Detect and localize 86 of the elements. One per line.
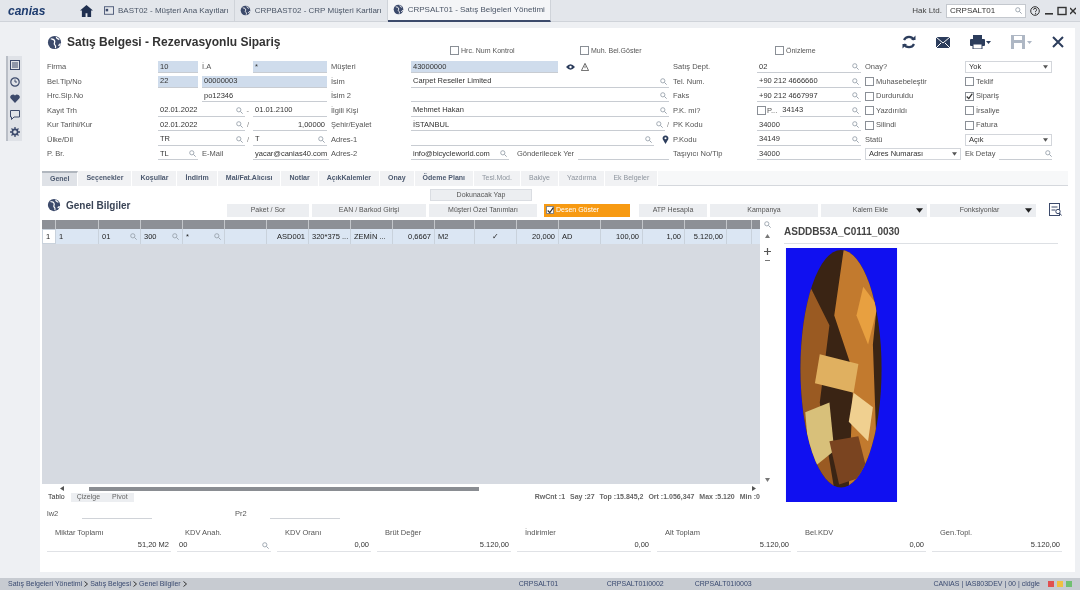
checkbox[interactable] bbox=[450, 46, 459, 56]
caret-icon bbox=[952, 152, 957, 156]
check-icon bbox=[546, 206, 554, 214]
checkbox[interactable] bbox=[865, 106, 874, 115]
scrollbar-thumb[interactable] bbox=[89, 486, 479, 491]
report-icon[interactable] bbox=[1049, 203, 1062, 216]
page-title: Satış Belgesi - Rezervasyonlu Sipariş bbox=[67, 34, 281, 51]
scroll-up-icon[interactable] bbox=[764, 234, 770, 238]
list-icon[interactable] bbox=[10, 60, 20, 70]
company-name: Hak Ltd. bbox=[912, 4, 942, 17]
maximize-icon[interactable] bbox=[1057, 5, 1067, 16]
checkbox[interactable] bbox=[580, 46, 589, 56]
search-icon[interactable] bbox=[852, 92, 859, 99]
refresh-icon[interactable] bbox=[902, 35, 916, 49]
checkbox[interactable] bbox=[775, 46, 784, 56]
checkbox[interactable] bbox=[865, 91, 874, 101]
input-field[interactable] bbox=[999, 148, 1052, 160]
search-icon[interactable] bbox=[655, 121, 663, 128]
checkbox[interactable] bbox=[965, 77, 974, 86]
section-title: Genel Bilgiler bbox=[66, 198, 131, 213]
search-icon[interactable] bbox=[172, 233, 179, 240]
window-tab[interactable]: BAST02 - Müşteri Ana Kayıtları bbox=[99, 0, 235, 22]
minus-icon[interactable] bbox=[764, 258, 770, 263]
program-field[interactable]: CRPSALT01 bbox=[946, 3, 1026, 18]
search-icon[interactable] bbox=[189, 150, 196, 157]
printer-icon[interactable] bbox=[970, 35, 991, 49]
search-icon[interactable] bbox=[645, 135, 652, 143]
search-icon[interactable] bbox=[660, 92, 667, 99]
search-icon[interactable] bbox=[130, 233, 137, 240]
eye-icon[interactable] bbox=[566, 64, 575, 70]
chat-icon[interactable] bbox=[10, 110, 20, 120]
pin-icon[interactable] bbox=[662, 135, 669, 144]
checkbox[interactable] bbox=[965, 106, 974, 115]
gear-icon[interactable] bbox=[10, 127, 20, 137]
search-icon[interactable] bbox=[318, 135, 325, 143]
checkbox[interactable] bbox=[757, 106, 766, 115]
checkbox[interactable] bbox=[965, 120, 974, 130]
search-icon[interactable] bbox=[660, 77, 667, 85]
window-tab[interactable]: CRPSALT01 - Satış Belgeleri Yönetimi bbox=[387, 0, 551, 22]
mail-icon[interactable] bbox=[936, 36, 950, 48]
search-icon[interactable] bbox=[852, 63, 859, 70]
close-icon[interactable] bbox=[1070, 5, 1076, 16]
search-icon[interactable] bbox=[1045, 150, 1052, 157]
search-icon[interactable] bbox=[262, 541, 269, 549]
save-icon[interactable] bbox=[1011, 35, 1032, 49]
chevron-icon bbox=[84, 581, 89, 587]
scroll-right-icon[interactable] bbox=[751, 486, 756, 491]
search-icon[interactable] bbox=[235, 106, 243, 114]
help-icon[interactable] bbox=[1030, 5, 1040, 16]
search-icon[interactable] bbox=[852, 77, 859, 85]
search-icon[interactable] bbox=[235, 121, 243, 128]
check-icon bbox=[966, 92, 973, 100]
image-title: ASDDB53A_C0111_0030 bbox=[784, 220, 1058, 244]
search-icon[interactable] bbox=[852, 121, 859, 128]
chevron-icon bbox=[182, 581, 187, 587]
scroll-down-icon[interactable] bbox=[764, 478, 770, 482]
caret-icon bbox=[1043, 137, 1048, 142]
search-icon[interactable] bbox=[852, 135, 859, 143]
close-icon[interactable] bbox=[1052, 36, 1064, 48]
warning-icon[interactable] bbox=[581, 63, 589, 71]
checkbox[interactable] bbox=[865, 120, 874, 130]
home-icon[interactable] bbox=[80, 4, 93, 17]
checkbox[interactable] bbox=[865, 77, 874, 86]
caret-icon bbox=[1043, 65, 1048, 69]
chevron-icon bbox=[133, 581, 138, 587]
caret-icon bbox=[916, 207, 923, 213]
globe-icon bbox=[392, 4, 404, 15]
card-icon bbox=[104, 6, 114, 15]
search-icon[interactable] bbox=[1015, 7, 1022, 14]
plus-icon[interactable] bbox=[763, 248, 771, 255]
search-icon[interactable] bbox=[214, 233, 221, 240]
search-icon[interactable] bbox=[235, 135, 243, 143]
search-icon[interactable] bbox=[660, 106, 667, 114]
caret-icon bbox=[1025, 207, 1032, 213]
search-icon[interactable] bbox=[500, 150, 507, 157]
globe-icon bbox=[47, 34, 62, 50]
search-icon[interactable] bbox=[763, 221, 771, 228]
app-logo: canias bbox=[8, 2, 47, 20]
scroll-left-icon[interactable] bbox=[60, 486, 65, 491]
clock-icon[interactable] bbox=[10, 77, 20, 87]
heart-icon[interactable] bbox=[10, 94, 20, 103]
globe-icon bbox=[47, 198, 61, 212]
globe-icon bbox=[239, 5, 251, 16]
window-tab[interactable]: CRPBAST02 - CRP Müşteri Kartları bbox=[234, 0, 388, 22]
search-icon[interactable] bbox=[852, 106, 859, 114]
checkbox[interactable] bbox=[965, 91, 974, 101]
